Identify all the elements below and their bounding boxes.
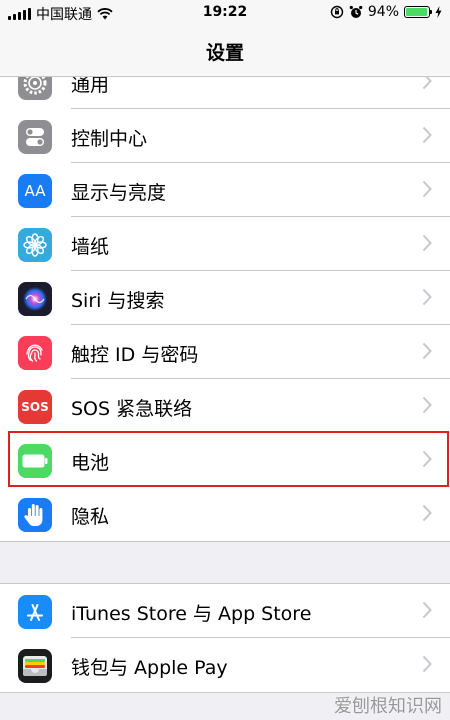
settings-item-label: Siri 与搜索 — [71, 290, 165, 312]
settings-item-label: 隐私 — [71, 506, 110, 528]
settings-item-label: 电池 — [71, 452, 110, 474]
settings-item-label: 墙纸 — [71, 236, 110, 258]
chevron-right-icon — [422, 126, 432, 144]
text-size-icon-glyph: AA — [24, 182, 46, 200]
chevron-right-icon — [422, 342, 432, 360]
settings-item-general[interactable]: 通用 — [0, 77, 450, 109]
chevron-right-icon — [422, 601, 432, 619]
page-title: 设置 — [205, 42, 244, 64]
settings-item-app-store[interactable]: iTunes Store 与 App Store — [0, 584, 450, 638]
settings-item-label: 钱包与 Apple Pay — [71, 657, 228, 679]
fingerprint-icon — [18, 336, 52, 370]
status-bar: 中国联通 19:22 94% — [0, 0, 450, 26]
alarm-icon — [349, 5, 363, 18]
settings-item-siri[interactable]: Siri 与搜索 — [0, 271, 450, 325]
settings-item-label: 控制中心 — [71, 128, 148, 150]
settings-item-display[interactable]: AA 显示与亮度 — [0, 163, 450, 217]
sos-icon: SOS — [18, 390, 52, 424]
chevron-right-icon — [422, 180, 432, 198]
settings-item-wallpaper[interactable]: 墙纸 — [0, 217, 450, 271]
app-store-icon — [18, 595, 52, 629]
battery-fill — [406, 8, 427, 16]
settings-item-label: 触控 ID 与密码 — [71, 344, 199, 366]
settings-item-label: iTunes Store 与 App Store — [71, 603, 312, 625]
chevron-right-icon — [422, 450, 432, 468]
gear-icon — [18, 77, 52, 100]
settings-group-stores: iTunes Store 与 App Store 钱包与 Apple Pay — [0, 583, 450, 693]
chevron-right-icon — [422, 396, 432, 414]
toggles-icon — [18, 120, 52, 154]
status-right: 94% — [330, 4, 442, 20]
settings-item-sos[interactable]: SOS SOS 紧急联络 — [0, 379, 450, 433]
sos-icon-glyph: SOS — [21, 400, 49, 414]
settings-item-privacy[interactable]: 隐私 — [0, 487, 450, 541]
siri-icon — [18, 282, 52, 316]
settings-group-main: 通用 控制中心 AA 显示与亮度 墙纸 Siri 与搜索 触控 ID 与密码 S… — [0, 77, 450, 542]
chevron-right-icon — [422, 77, 432, 90]
settings-item-label: SOS 紧急联络 — [71, 398, 193, 420]
wallet-icon — [18, 649, 52, 683]
settings-item-battery[interactable]: 电池 — [0, 433, 450, 487]
battery-percent: 94% — [367, 4, 399, 20]
chevron-right-icon — [422, 288, 432, 306]
settings-item-wallet[interactable]: 钱包与 Apple Pay — [0, 638, 450, 692]
watermark: 爱刨根知识网 — [334, 696, 442, 717]
hand-icon — [18, 498, 52, 532]
nav-bar: 设置 — [0, 26, 450, 77]
chevron-right-icon — [422, 234, 432, 252]
chevron-right-icon — [422, 504, 432, 522]
charging-icon — [435, 6, 442, 18]
orientation-lock-icon — [330, 5, 344, 19]
chevron-right-icon — [422, 655, 432, 673]
settings-item-label: 通用 — [71, 77, 110, 96]
settings-item-label: 显示与亮度 — [71, 182, 167, 204]
text-size-icon: AA — [18, 174, 52, 208]
settings-item-touch-id[interactable]: 触控 ID 与密码 — [0, 325, 450, 379]
battery-icon — [18, 444, 52, 478]
battery-indicator-icon — [404, 6, 432, 18]
settings-item-control-center[interactable]: 控制中心 — [0, 109, 450, 163]
flower-icon — [18, 228, 52, 262]
